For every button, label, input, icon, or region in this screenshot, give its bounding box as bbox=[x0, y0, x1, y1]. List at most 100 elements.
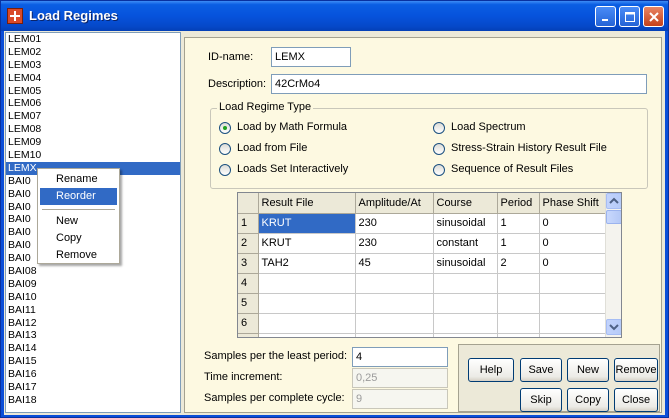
table-cell[interactable] bbox=[258, 333, 356, 337]
grid-scrollbar[interactable] bbox=[605, 193, 621, 337]
table-cell[interactable] bbox=[539, 333, 606, 337]
table-cell[interactable]: constant bbox=[433, 233, 498, 254]
column-header[interactable]: Course bbox=[433, 193, 498, 214]
list-item[interactable]: BAI10 bbox=[6, 291, 180, 304]
list-item[interactable]: LEM07 bbox=[6, 110, 180, 123]
list-item[interactable]: BAI13 bbox=[6, 329, 180, 342]
list-item[interactable]: LEM04 bbox=[6, 72, 180, 85]
list-item[interactable]: BAI08 bbox=[6, 265, 180, 278]
radio-math-formula[interactable] bbox=[219, 122, 231, 134]
list-item[interactable]: BAI15 bbox=[6, 355, 180, 368]
option-load-from-file-label: Load from File bbox=[237, 142, 308, 154]
table-cell[interactable] bbox=[258, 293, 356, 314]
table-cell[interactable]: 1 bbox=[497, 213, 540, 234]
table-cell[interactable]: 0 bbox=[539, 233, 606, 254]
menu-item-reorder[interactable]: Reorder bbox=[40, 188, 117, 205]
help-button[interactable]: Help bbox=[468, 358, 514, 382]
row-header[interactable]: 5 bbox=[238, 293, 259, 314]
table-cell[interactable]: 230 bbox=[355, 213, 434, 234]
list-item[interactable]: BAI18 bbox=[6, 394, 180, 407]
remove-button[interactable]: Remove bbox=[614, 358, 658, 382]
table-cell[interactable] bbox=[258, 273, 356, 294]
save-button[interactable]: Save bbox=[520, 358, 562, 382]
table-cell[interactable]: sinusoidal bbox=[433, 213, 498, 234]
list-item[interactable]: BAI16 bbox=[6, 368, 180, 381]
table-cell[interactable] bbox=[433, 273, 498, 294]
radio-load-from-file[interactable] bbox=[219, 143, 231, 155]
table-cell[interactable]: KRUT bbox=[258, 213, 356, 234]
table-cell[interactable] bbox=[497, 293, 540, 314]
table-cell[interactable] bbox=[497, 313, 540, 334]
menu-item-rename[interactable]: Rename bbox=[40, 171, 117, 188]
table-cell[interactable] bbox=[433, 333, 498, 337]
list-item[interactable]: BAI09 bbox=[6, 278, 180, 291]
row-header[interactable]: 7 bbox=[238, 333, 259, 337]
table-cell[interactable]: sinusoidal bbox=[433, 253, 498, 274]
list-item[interactable]: LEM08 bbox=[6, 123, 180, 136]
row-header[interactable]: 2 bbox=[238, 233, 259, 254]
list-item[interactable]: LEM03 bbox=[6, 59, 180, 72]
skip-button[interactable]: Skip bbox=[520, 388, 562, 412]
table-cell[interactable] bbox=[355, 313, 434, 334]
maximize-button[interactable] bbox=[619, 6, 640, 27]
table-cell[interactable] bbox=[497, 273, 540, 294]
list-item[interactable]: BAI17 bbox=[6, 381, 180, 394]
column-header[interactable]: Amplitude/At bbox=[355, 193, 434, 214]
table-cell[interactable]: TAH2 bbox=[258, 253, 356, 274]
copy-button[interactable]: Copy bbox=[567, 388, 609, 412]
minimize-button[interactable] bbox=[595, 6, 616, 27]
table-cell[interactable] bbox=[355, 333, 434, 337]
radio-sequence[interactable] bbox=[433, 164, 445, 176]
column-header[interactable]: Phase Shift bbox=[539, 193, 606, 214]
table-cell[interactable]: 1 bbox=[497, 233, 540, 254]
column-header[interactable]: Period bbox=[497, 193, 540, 214]
table-cell[interactable]: 2 bbox=[497, 253, 540, 274]
table-cell[interactable] bbox=[355, 273, 434, 294]
scroll-down-button[interactable] bbox=[606, 319, 621, 335]
close-window-button[interactable] bbox=[643, 6, 664, 27]
radio-stress-strain[interactable] bbox=[433, 143, 445, 155]
row-header[interactable]: 3 bbox=[238, 253, 259, 274]
list-item[interactable]: BAI12 bbox=[6, 317, 180, 330]
scroll-thumb[interactable] bbox=[606, 210, 621, 224]
menu-item-remove[interactable]: Remove bbox=[40, 247, 117, 264]
table-cell[interactable] bbox=[497, 333, 540, 337]
table-cell[interactable]: KRUT bbox=[258, 233, 356, 254]
table-cell[interactable]: 230 bbox=[355, 233, 434, 254]
list-item[interactable]: LEM10 bbox=[6, 149, 180, 162]
table-cell[interactable] bbox=[433, 293, 498, 314]
row-header[interactable]: 6 bbox=[238, 313, 259, 334]
table-cell[interactable] bbox=[258, 313, 356, 334]
list-item[interactable]: LEM02 bbox=[6, 46, 180, 59]
list-item[interactable]: BAI14 bbox=[6, 342, 180, 355]
close-button[interactable]: Close bbox=[614, 388, 658, 412]
table-cell[interactable] bbox=[539, 313, 606, 334]
list-item[interactable]: LEM05 bbox=[6, 85, 180, 98]
table-cell[interactable] bbox=[433, 313, 498, 334]
scroll-up-button[interactable] bbox=[606, 193, 621, 209]
table-cell[interactable]: 0 bbox=[539, 213, 606, 234]
list-item[interactable]: BAI11 bbox=[6, 304, 180, 317]
id-name-field[interactable]: LEMX bbox=[271, 47, 351, 67]
table-cell[interactable] bbox=[539, 293, 606, 314]
description-field[interactable]: 42CrMo4 bbox=[271, 74, 647, 94]
option-math-formula-label: Load by Math Formula bbox=[237, 121, 348, 133]
table-cell[interactable] bbox=[355, 293, 434, 314]
radio-interactive[interactable] bbox=[219, 164, 231, 176]
samples-field[interactable]: 4 bbox=[352, 347, 448, 367]
load-grid[interactable]: Result File Amplitude/At Course Period P… bbox=[237, 192, 622, 338]
row-header[interactable]: 1 bbox=[238, 213, 259, 234]
title-bar[interactable]: Load Regimes bbox=[1, 1, 668, 31]
menu-item-copy[interactable]: Copy bbox=[40, 230, 117, 247]
radio-load-spectrum[interactable] bbox=[433, 122, 445, 134]
list-item[interactable]: LEM06 bbox=[6, 97, 180, 110]
table-cell[interactable]: 45 bbox=[355, 253, 434, 274]
new-button[interactable]: New bbox=[567, 358, 609, 382]
list-item[interactable]: LEM01 bbox=[6, 33, 180, 46]
menu-item-new[interactable]: New bbox=[40, 213, 117, 230]
list-item[interactable]: LEM09 bbox=[6, 136, 180, 149]
row-header[interactable]: 4 bbox=[238, 273, 259, 294]
table-cell[interactable]: 0 bbox=[539, 253, 606, 274]
table-cell[interactable] bbox=[539, 273, 606, 294]
column-header[interactable]: Result File bbox=[258, 193, 356, 214]
